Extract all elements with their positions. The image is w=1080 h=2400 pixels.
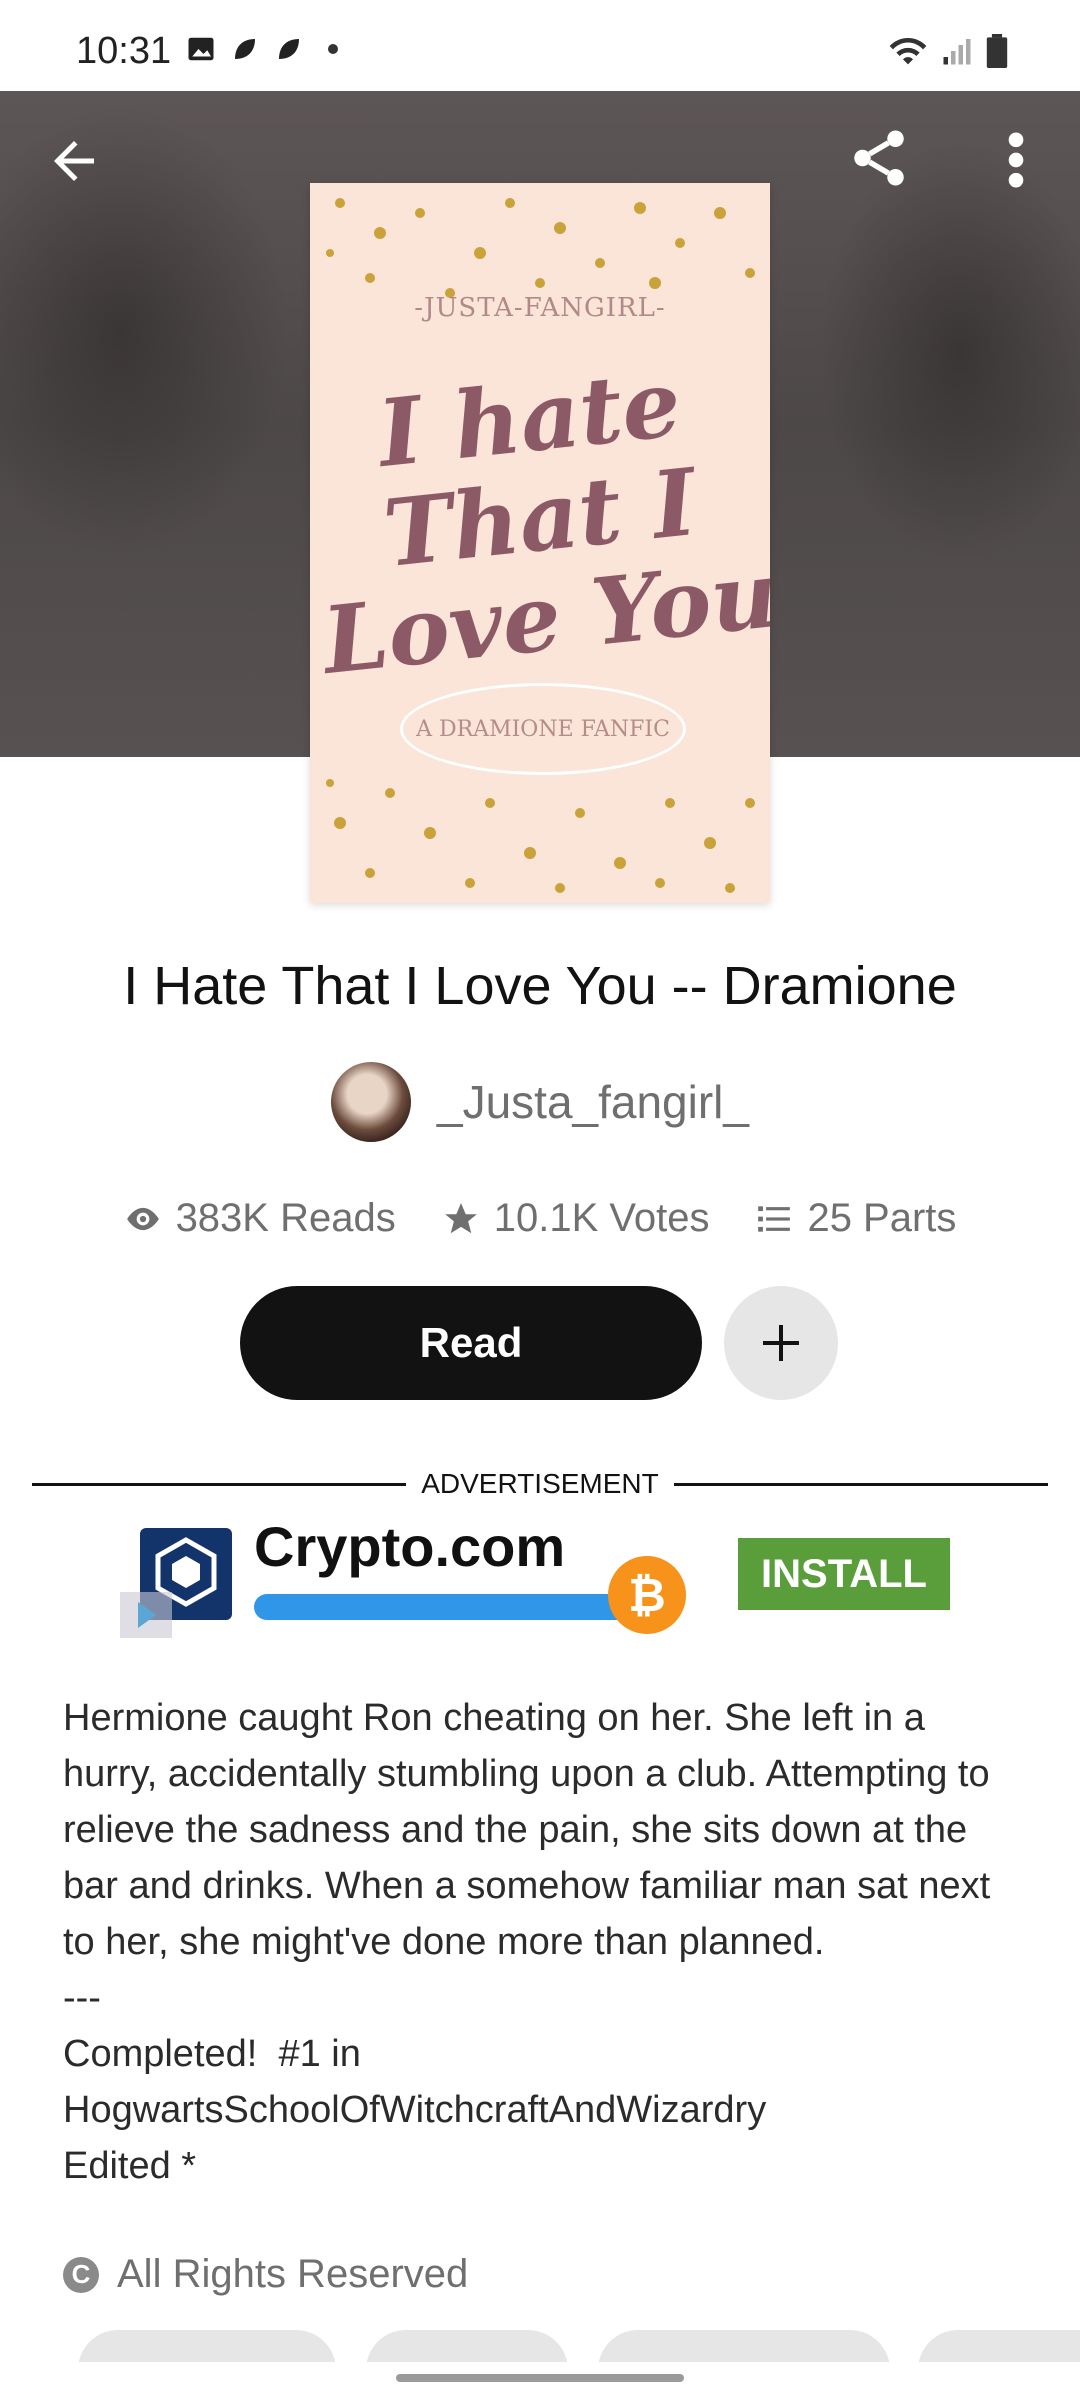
signal-icon xyxy=(943,39,971,65)
cover-subtitle-text: A DRAMIONE FANFIC xyxy=(400,683,686,775)
copyright-text: All Rights Reserved xyxy=(117,2252,469,2296)
ad-progress-bar xyxy=(254,1594,634,1620)
reads-stat: 383K Reads xyxy=(124,1196,396,1241)
author-avatar[interactable] xyxy=(331,1062,411,1142)
tags-row xyxy=(0,2330,1080,2362)
gallery-notification-icon xyxy=(188,37,214,61)
star-icon xyxy=(444,1202,477,1233)
tag-chip[interactable] xyxy=(918,2330,1080,2362)
status-bar: 10:31 xyxy=(0,0,1080,91)
cover-author-text: -JUSTA-FANGIRL- xyxy=(414,293,666,323)
copyright-row: C All Rights Reserved xyxy=(63,2252,468,2297)
book-cover: -JUSTA-FANGIRL- I hate That I Love You A… xyxy=(310,183,770,903)
ad-divider-right xyxy=(674,1483,1048,1486)
plus-icon xyxy=(763,1325,799,1361)
share-icon[interactable] xyxy=(846,125,912,191)
ad-divider-left xyxy=(32,1483,406,1486)
ad-brand-name[interactable]: Crypto.com xyxy=(254,1514,565,1579)
read-button[interactable]: Read xyxy=(240,1286,702,1400)
app-notification-icon xyxy=(279,39,299,59)
votes-stat: 10.1K Votes xyxy=(442,1196,710,1241)
eye-icon xyxy=(126,1207,159,1230)
add-to-library-button[interactable] xyxy=(724,1286,838,1400)
install-button[interactable]: INSTALL xyxy=(738,1538,950,1610)
system-icons xyxy=(888,34,1008,68)
author-row[interactable]: _Justa_fangirl_ xyxy=(0,1062,1080,1142)
tag-chip[interactable] xyxy=(598,2330,890,2362)
tag-chip[interactable] xyxy=(366,2330,568,2362)
advertisement-label: ADVERTISEMENT xyxy=(421,1468,659,1499)
wifi-icon xyxy=(889,37,927,65)
arrow-left-icon[interactable] xyxy=(44,131,104,191)
app-notification-icon xyxy=(235,39,255,59)
notification-icons xyxy=(186,34,338,64)
home-indicator[interactable] xyxy=(396,2374,684,2382)
book-title: I Hate That I Love You -- Dramione xyxy=(123,956,957,1016)
story-description: Hermione caught Ron cheating on her. She… xyxy=(63,1697,991,2187)
copyright-icon: C xyxy=(63,2256,99,2293)
list-icon xyxy=(758,1205,791,1232)
parts-stat[interactable]: 25 Parts xyxy=(755,1196,956,1241)
stats-row: 383K Reads 10.1K Votes 25 Parts xyxy=(0,1196,1080,1241)
more-vertical-icon[interactable] xyxy=(998,127,1034,193)
author-name[interactable]: _Justa_fangirl_ xyxy=(437,1075,749,1129)
more-notifications-dot xyxy=(328,44,338,54)
votes-count: 10.1K Votes xyxy=(493,1196,710,1240)
cover-title-text: I hate That I Love You xyxy=(318,349,770,695)
parts-count: 25 Parts xyxy=(807,1196,957,1240)
battery-icon xyxy=(986,34,1008,68)
status-time: 10:31 xyxy=(76,30,172,72)
ad-choices-icon[interactable] xyxy=(120,1592,172,1638)
tag-chip[interactable] xyxy=(78,2330,336,2362)
bitcoin-icon: ₿ xyxy=(608,1556,686,1634)
reads-count: 383K Reads xyxy=(175,1196,396,1240)
